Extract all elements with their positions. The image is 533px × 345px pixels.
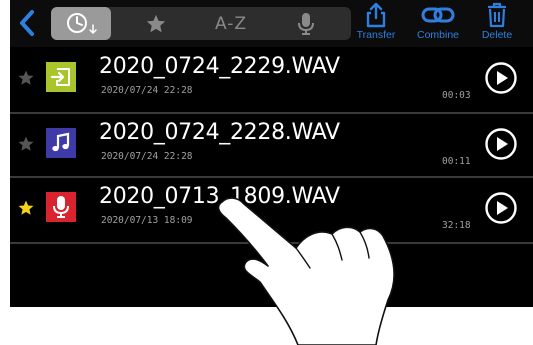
delete-label: Delete — [481, 29, 513, 41]
transfer-label: Transfer — [356, 29, 396, 41]
file-duration: 00:03 — [442, 90, 471, 101]
chevron-left-icon — [20, 10, 34, 36]
tab-sort-favorite[interactable] — [131, 7, 181, 40]
link-icon — [421, 7, 455, 23]
file-duration: 00:11 — [442, 156, 471, 167]
share-icon — [366, 2, 386, 28]
file-duration: 32:18 — [442, 220, 471, 231]
play-icon[interactable] — [484, 127, 518, 161]
music-note-icon — [46, 128, 76, 158]
microphone-icon — [46, 192, 76, 222]
sort-az-label: A-Z — [214, 13, 248, 34]
star-icon — [146, 14, 166, 32]
file-date: 2020/07/24 22:28 — [101, 85, 193, 96]
tab-sort-az[interactable]: A-Z — [201, 7, 261, 40]
file-name: 2020_0713_1809.WAV — [99, 184, 340, 209]
toolbar: A-Z Transfer Combine Delete — [10, 0, 533, 47]
sort-tabs: A-Z — [51, 7, 351, 40]
file-row[interactable]: 2020_0724_2228.WAV 2020/07/24 22:28 00:1… — [10, 114, 533, 178]
combine-button[interactable]: Combine — [412, 2, 464, 44]
file-date: 2020/07/24 22:28 — [101, 151, 193, 162]
transfer-button[interactable]: Transfer — [350, 2, 402, 44]
delete-button[interactable]: Delete — [471, 2, 523, 44]
file-date: 2020/07/13 18:09 — [101, 215, 193, 226]
star-icon[interactable] — [17, 199, 35, 217]
trash-icon — [488, 2, 506, 28]
back-button[interactable] — [12, 6, 42, 40]
tab-sort-date[interactable] — [51, 7, 111, 40]
play-icon[interactable] — [484, 61, 518, 95]
file-import-icon — [46, 62, 76, 92]
file-row[interactable]: 2020_0724_2229.WAV 2020/07/24 22:28 00:0… — [10, 48, 533, 112]
combine-label: Combine — [416, 29, 460, 41]
star-icon[interactable] — [17, 69, 35, 87]
file-name: 2020_0724_2228.WAV — [99, 120, 340, 145]
microphone-icon — [298, 12, 314, 35]
file-row[interactable]: 2020_0713_1809.WAV 2020/07/13 18:09 32:1… — [10, 178, 533, 242]
clock-icon — [67, 12, 97, 34]
star-icon[interactable] — [17, 135, 35, 153]
app-screen: A-Z Transfer Combine Delete 2020_0724_22… — [10, 0, 533, 307]
file-name: 2020_0724_2229.WAV — [99, 54, 340, 79]
tab-sort-mic[interactable] — [281, 7, 331, 40]
row-divider — [10, 242, 533, 244]
play-icon[interactable] — [484, 191, 518, 225]
